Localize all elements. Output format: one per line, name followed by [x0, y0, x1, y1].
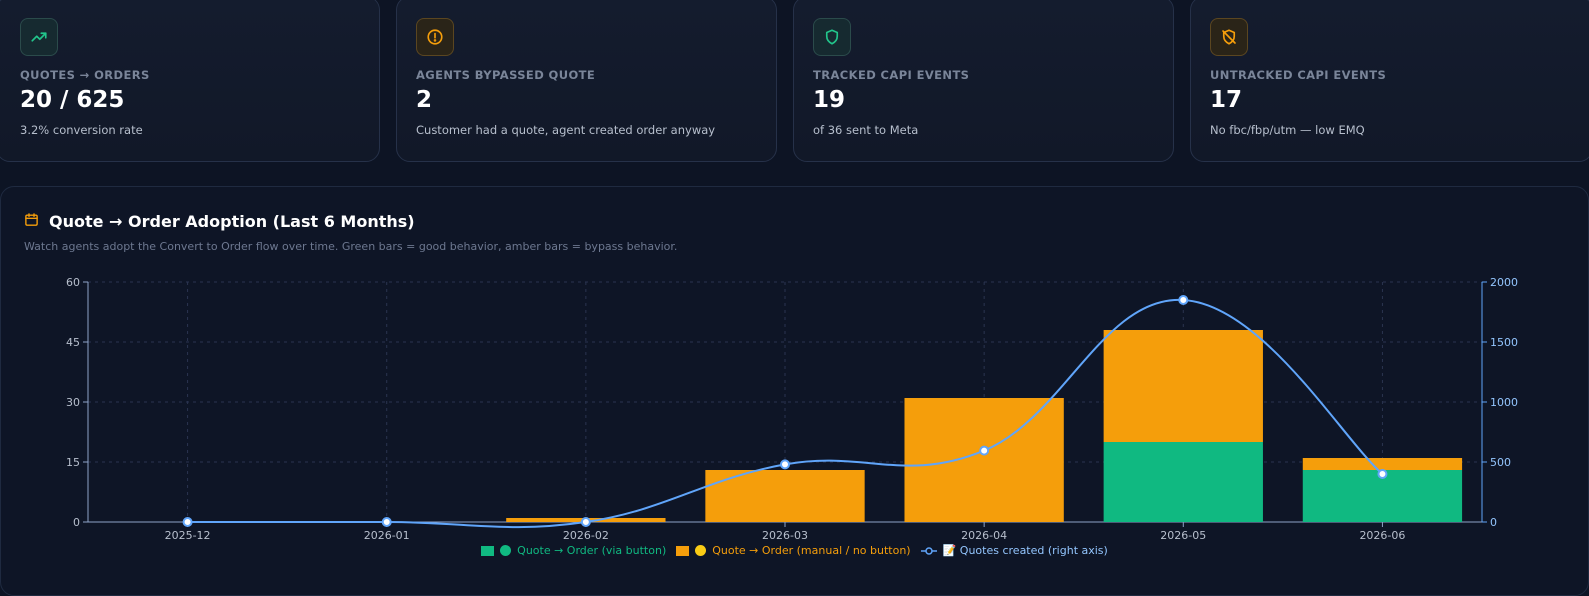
quotes-created-point — [1178, 295, 1189, 305]
alert-circle-icon — [416, 18, 454, 56]
legend-item-via-button[interactable]: Quote → Order (via button) — [481, 544, 666, 557]
adoption-chart: 0 15 30 45 60 0 500 1000 1500 2000 2025-12 2026-01 2… — [66, 276, 1518, 542]
legend-dot-green — [500, 545, 512, 556]
kpi-value: 2 — [416, 87, 433, 113]
y-left-tick-label: 15 — [66, 456, 80, 469]
kpi-cards: QUOTES → ORDERS 20 / 625 3.2% conversion… — [0, 0, 1589, 163]
bar-via-button — [1103, 442, 1263, 522]
y-right-tick-label: 2000 — [1490, 276, 1518, 289]
kpi-label: TRACKED CAPI EVENTS — [813, 68, 970, 82]
x-tick-label: 2026-04 — [961, 529, 1007, 542]
legend-label-via-button: Quote → Order (via button) — [517, 544, 667, 557]
quotes-created-point — [381, 517, 392, 527]
y-right-tick-label: 500 — [1490, 456, 1511, 469]
quotes-created-point — [182, 517, 193, 527]
kpi-label: AGENTS BYPASSED QUOTE — [416, 68, 596, 82]
y-right-tick-label: 0 — [1490, 516, 1497, 529]
y-right-tick-label: 1000 — [1490, 396, 1518, 409]
shield-check-icon — [813, 18, 851, 56]
y-left-tick-label: 0 — [73, 516, 80, 529]
legend-dot-amber — [695, 545, 707, 556]
y-left-tick-label: 30 — [66, 396, 80, 409]
trending-up-icon — [20, 18, 58, 56]
bar-manual — [904, 398, 1064, 522]
panel-title: Quote → Order Adoption (Last 6 Months) — [24, 212, 415, 231]
kpi-card-untracked-capi: UNTRACKED CAPI EVENTS 17 No fbc/fbp/utm … — [1190, 0, 1589, 162]
kpi-subtext: Customer had a quote, agent created orde… — [416, 123, 716, 137]
quotes-created-point — [979, 445, 990, 456]
bar-manual — [1302, 458, 1463, 470]
x-tick-label: 2025-12 — [165, 529, 211, 542]
legend-label-manual: Quote → Order (manual / no button) — [712, 544, 911, 557]
kpi-label: UNTRACKED CAPI EVENTS — [1210, 68, 1387, 82]
bar-manual — [1103, 330, 1263, 442]
chart-title: Quote → Order Adoption (Last 6 Months) — [49, 212, 415, 231]
kpi-card-quotes-orders: QUOTES → ORDERS 20 / 625 3.2% conversion… — [0, 0, 380, 162]
chart-subtitle: Watch agents adopt the Convert to Order … — [24, 240, 678, 253]
x-tick-label: 2026-01 — [364, 529, 410, 542]
x-tick-label: 2026-02 — [563, 529, 609, 542]
legend-label-quotes-created: 📝 Quotes created (right axis) — [942, 544, 1108, 557]
x-tick-label: 2026-03 — [762, 529, 808, 542]
quotes-created-point — [1377, 469, 1388, 479]
x-tick-label: 2026-06 — [1359, 529, 1405, 542]
y-left-tick-label: 45 — [66, 336, 80, 349]
legend-swatch-amber — [676, 545, 690, 556]
kpi-subtext: No fbc/fbp/utm — low EMQ — [1210, 123, 1365, 137]
legend-item-quotes-created[interactable]: 📝 Quotes created (right axis) — [920, 544, 1108, 557]
legend-item-manual[interactable]: Quote → Order (manual / no button) — [676, 544, 911, 557]
chart-legend: Quote → Order (via button) Quote → Order… — [0, 544, 1589, 557]
kpi-card-agents-bypassed: AGENTS BYPASSED QUOTE 2 Customer had a q… — [396, 0, 777, 162]
x-tick-label: 2026-05 — [1160, 529, 1206, 542]
kpi-value: 20 / 625 — [20, 87, 125, 113]
kpi-subtext: 3.2% conversion rate — [20, 123, 143, 137]
legend-line-marker — [920, 546, 937, 555]
y-left-tick-label: 60 — [66, 276, 80, 289]
y-right-tick-label: 1500 — [1490, 336, 1518, 349]
kpi-subtext: of 36 sent to Meta — [813, 123, 919, 137]
shield-off-icon — [1210, 18, 1248, 56]
kpi-label: QUOTES → ORDERS — [20, 68, 150, 82]
quotes-created-point — [580, 517, 591, 527]
legend-swatch-green — [481, 545, 495, 556]
kpi-card-tracked-capi: TRACKED CAPI EVENTS 19 of 36 sent to Met… — [793, 0, 1174, 162]
kpi-value: 19 — [813, 87, 846, 113]
quotes-created-point — [780, 459, 790, 470]
calendar-icon — [24, 212, 39, 231]
kpi-value: 17 — [1210, 87, 1243, 113]
